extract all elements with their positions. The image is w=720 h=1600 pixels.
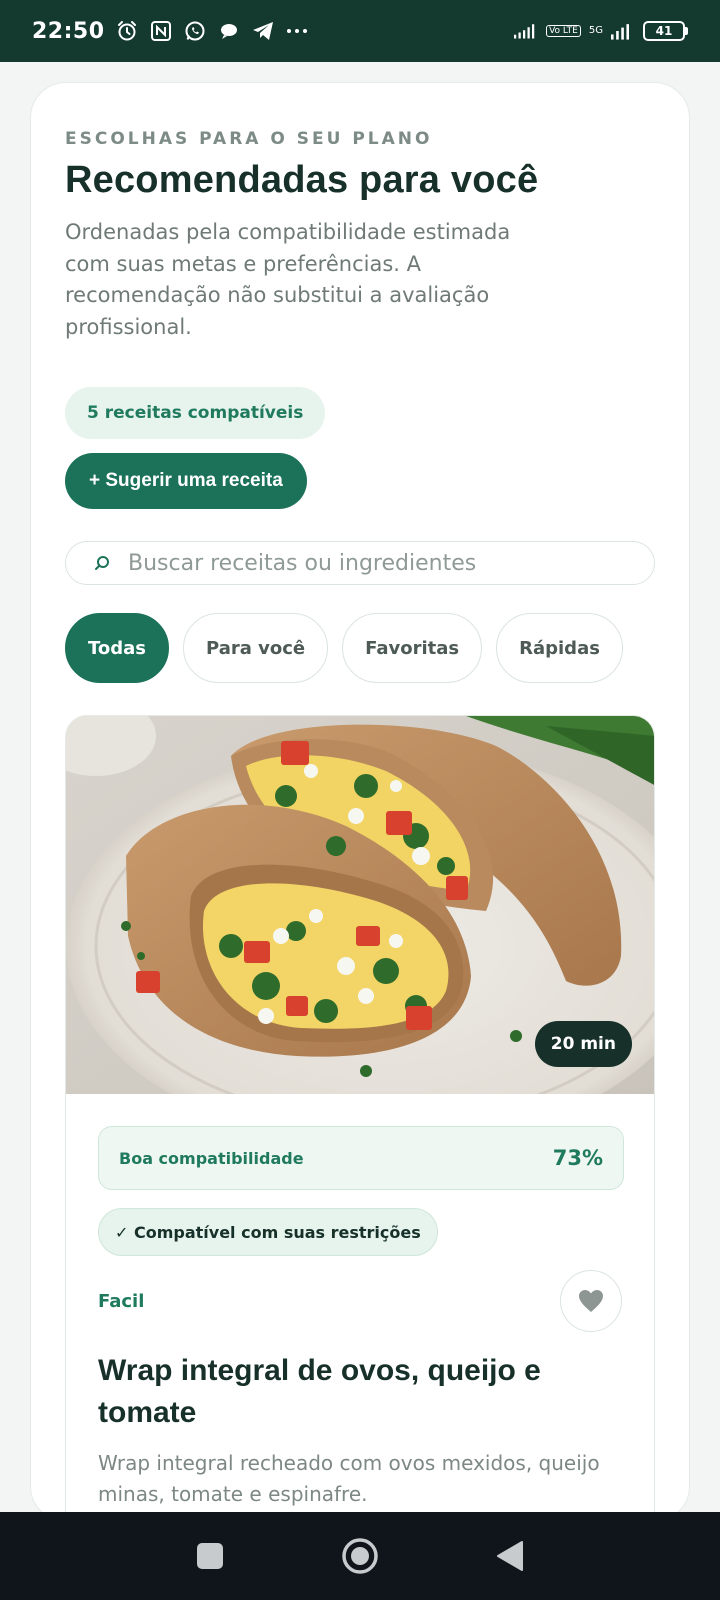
restriction-badge: ✓ Compatível com suas restrições [98, 1208, 438, 1256]
favorite-button[interactable] [560, 1270, 622, 1332]
chat-icon [217, 19, 241, 43]
suggest-recipe-button[interactable]: + Sugerir uma receita [65, 453, 307, 509]
compatibility-value: 73% [552, 1146, 603, 1170]
recipe-title[interactable]: Wrap integral de ovos, queijo e tomate [98, 1350, 598, 1434]
square-icon [197, 1543, 223, 1569]
filter-chip-favoritas[interactable]: Favoritas [342, 613, 483, 683]
more-icon [285, 19, 309, 43]
difficulty-label: Facil [98, 1291, 145, 1312]
recipe-card[interactable]: 20 min Boa compatibilidade 73% ✓ Compatí… [65, 715, 655, 1521]
back-triangle-icon [497, 1541, 523, 1571]
status-bar: 22:50 Vo LTE 5G 41 [0, 0, 720, 62]
whatsapp-icon [183, 19, 207, 43]
filter-chip-todas[interactable]: Todas [65, 613, 169, 683]
compatibility-bar: Boa compatibilidade 73% [98, 1126, 624, 1190]
page-description: Ordenadas pela compatibilidade estimada … [65, 220, 511, 339]
home-button[interactable] [340, 1536, 380, 1576]
compatible-count-badge: 5 receitas compatíveis [65, 387, 326, 439]
home-circle-icon [342, 1538, 378, 1574]
signal-icon [514, 19, 538, 43]
search-box[interactable] [65, 541, 655, 585]
back-button[interactable] [490, 1536, 530, 1576]
recipe-description: Wrap integral recheado com ovos mexidos,… [98, 1451, 600, 1506]
system-status: Vo LTE 5G 41 [514, 19, 688, 43]
search-icon [92, 553, 112, 573]
notification-icons [115, 19, 309, 43]
prep-time-badge: 20 min [534, 1021, 632, 1067]
recents-button[interactable] [190, 1536, 230, 1576]
section-eyebrow: ESCOLHAS PARA O SEU PLANO [65, 129, 433, 149]
network-5g-label: 5G [588, 25, 603, 36]
heart-icon [579, 1290, 603, 1312]
recommendations-card: ESCOLHAS PARA O SEU PLANO Recomendadas p… [30, 82, 690, 1522]
filter-chip-para-voce[interactable]: Para você [183, 613, 329, 683]
signal-5g-icon [611, 19, 635, 43]
battery-level: 41 [643, 21, 685, 41]
status-time: 22:50 [32, 18, 105, 44]
page-title: Recomendadas para você [65, 159, 539, 201]
compatibility-label: Boa compatibilidade [119, 1148, 304, 1168]
nfc-icon [149, 19, 173, 43]
search-input[interactable] [128, 550, 608, 576]
telegram-icon [251, 19, 275, 43]
volte-label: Vo LTE [546, 25, 581, 37]
filter-chips: Todas Para você Favoritas Rápidas [65, 613, 623, 683]
filter-chip-rapidas[interactable]: Rápidas [496, 613, 623, 683]
alarm-icon [115, 19, 139, 43]
navigation-bar [0, 1512, 720, 1600]
battery-icon: 41 [643, 21, 688, 41]
